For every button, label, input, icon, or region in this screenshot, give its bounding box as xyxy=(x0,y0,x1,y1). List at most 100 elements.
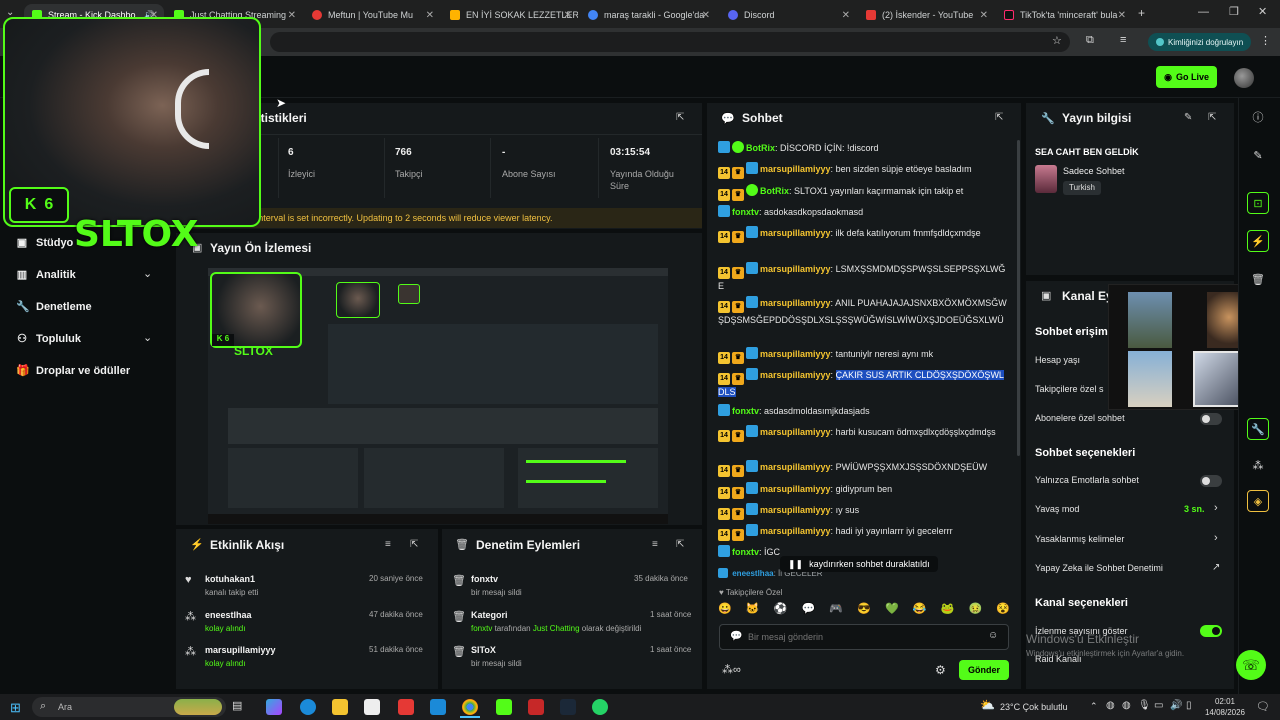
file-explorer-icon[interactable] xyxy=(332,699,348,715)
chat-input-box[interactable]: 💬 ☺ xyxy=(719,624,1009,650)
popout-icon[interactable]: ⇱ xyxy=(676,112,684,123)
popout-icon[interactable]: ⇱ xyxy=(410,539,418,550)
moderation-username[interactable]: fonxtv xyxy=(471,574,498,584)
stats-widget-icon[interactable]: ⊡ xyxy=(1247,192,1269,214)
close-icon[interactable]: ✕ xyxy=(842,10,850,21)
windows-start-icon[interactable]: ⊞ xyxy=(10,700,21,716)
pencil-icon[interactable]: ✎ xyxy=(1184,112,1192,123)
chevron-down-icon[interactable]: ⌄ xyxy=(143,331,152,344)
activity-username[interactable]: eneestlhaa xyxy=(205,610,252,620)
chat-username[interactable]: marsupillamiyyy xyxy=(760,526,831,536)
store-icon[interactable] xyxy=(364,699,380,715)
participant-tile[interactable] xyxy=(1128,351,1172,407)
browser-menu-icon[interactable]: ⋮ xyxy=(1260,34,1271,47)
category-name[interactable]: Just Chatting xyxy=(533,624,580,633)
nav-item-community[interactable]: ⚇ Topluluk xyxy=(16,332,81,346)
office-icon[interactable] xyxy=(398,699,414,715)
identity-verify-button[interactable]: Kimliğinizi doğrulayın xyxy=(1148,33,1252,51)
volume-icon[interactable]: 🔊 xyxy=(1170,700,1182,711)
close-icon[interactable]: ✕ xyxy=(564,10,572,21)
taskbar-search-box[interactable]: ⌕ Ara xyxy=(32,697,226,717)
emote-icon[interactable]: 🎮 xyxy=(829,602,843,618)
external-link-icon[interactable]: ↗ xyxy=(1212,562,1220,573)
browser-tab[interactable]: EN İYİ SOKAK LEZZETLER ✕ xyxy=(442,4,578,26)
support-chat-icon[interactable]: ☏ xyxy=(1236,650,1266,680)
predictions-icon[interactable]: ◈ xyxy=(1247,490,1269,512)
filter-icon[interactable]: ≡ xyxy=(385,539,391,550)
emoji-icon[interactable]: ☺ xyxy=(988,630,998,641)
emote-icon[interactable]: 😀 xyxy=(718,602,732,618)
browser-tab[interactable]: Meftun | YouTube Mu ✕ xyxy=(304,4,440,26)
task-view-icon[interactable]: ▤ xyxy=(232,699,248,715)
nav-item-drops[interactable]: 🎁 Droplar ve ödüller xyxy=(16,364,130,378)
emote-icon[interactable]: 🐱 xyxy=(746,602,760,618)
chat-paused-indicator[interactable]: ❚❚ kaydırırken sohbet duraklatıldı xyxy=(780,556,938,572)
microphone-icon[interactable]: 🎙 xyxy=(1138,700,1151,711)
popout-icon[interactable]: ⇱ xyxy=(676,539,684,550)
chat-username[interactable]: marsupillamiyyy xyxy=(760,505,831,515)
activity-username[interactable]: marsupillamiyyy xyxy=(205,645,276,655)
chat-message-input[interactable] xyxy=(748,629,978,645)
emote-icon[interactable]: 🐸 xyxy=(941,602,955,618)
moderation-username[interactable]: SlToX xyxy=(471,645,496,655)
subscriber-chat-toggle[interactable] xyxy=(1200,413,1222,425)
chat-username[interactable]: marsupillamiyyy xyxy=(760,164,831,174)
pencil-icon[interactable]: ✎ xyxy=(1247,144,1269,166)
banned-words-setting[interactable]: Yasaklanmış kelimeler xyxy=(1035,534,1124,544)
close-icon[interactable]: ✕ xyxy=(702,10,710,21)
emote-icon[interactable]: 💬 xyxy=(801,602,815,618)
participant-tile[interactable] xyxy=(1128,292,1172,348)
moderation-username[interactable]: Kategori xyxy=(471,610,508,620)
filter-icon[interactable]: ≡ xyxy=(652,539,658,550)
clock-date[interactable]: 14/08/2026 xyxy=(1202,708,1248,717)
bookmark-star-icon[interactable]: ☆ xyxy=(1052,34,1062,47)
chat-username[interactable]: marsupillamiyyy xyxy=(760,298,831,308)
emote-icon[interactable]: 😵 xyxy=(996,602,1010,618)
tray-overflow-icon[interactable]: ⌃ xyxy=(1090,701,1098,712)
stream-preview-video[interactable]: SLTOX K 6 xyxy=(208,268,668,524)
chat-username[interactable]: fonxtv xyxy=(732,207,759,217)
trash-icon[interactable]: 🗑 xyxy=(1247,268,1269,290)
activity-username[interactable]: kotuhakan1 xyxy=(205,574,255,584)
gear-icon[interactable]: ⚙ xyxy=(935,663,946,677)
kick-app-icon[interactable] xyxy=(496,699,512,715)
chat-username[interactable]: eneestlhaa xyxy=(732,569,773,578)
chat-username[interactable]: marsupillamiyyy xyxy=(760,264,831,274)
wrench-icon[interactable]: 🔧 xyxy=(1247,418,1269,440)
url-field[interactable] xyxy=(270,32,1070,52)
tray-app-icon[interactable]: ◍ xyxy=(1106,700,1115,711)
extensions-icon[interactable]: ⧉ xyxy=(1086,34,1094,47)
chat-scrollbar[interactable] xyxy=(1017,140,1020,456)
recorder-icon[interactable] xyxy=(528,699,544,715)
slow-mode-setting[interactable]: Yavaş mod xyxy=(1035,504,1079,514)
go-live-button[interactable]: ◉ Go Live xyxy=(1156,66,1217,88)
close-icon[interactable]: ✕ xyxy=(288,10,296,21)
chat-username[interactable]: marsupillamiyyy xyxy=(760,462,831,472)
send-button[interactable]: Gönder xyxy=(959,660,1009,680)
chat-username[interactable]: marsupillamiyyy xyxy=(760,228,831,238)
maximize-icon[interactable]: ❐ xyxy=(1229,5,1239,18)
emote-icon[interactable]: 😎 xyxy=(857,602,871,618)
chevron-right-icon[interactable]: › xyxy=(1214,532,1218,544)
new-tab-plus-icon[interactable]: + xyxy=(1138,6,1145,20)
chrome-icon[interactable] xyxy=(462,699,478,715)
chat-username[interactable]: fonxtv xyxy=(732,547,759,557)
whatsapp-icon[interactable] xyxy=(592,699,608,715)
mail-icon[interactable] xyxy=(430,699,446,715)
chat-username[interactable]: marsupillamiyyy xyxy=(760,349,831,359)
browser-tab[interactable]: maraş tarakli - Google'da ✕ xyxy=(580,4,716,26)
notification-icon[interactable]: 🗨 xyxy=(1256,700,1270,713)
close-icon[interactable]: ✕ xyxy=(426,10,434,21)
chevron-right-icon[interactable]: › xyxy=(1214,502,1218,514)
ai-moderation-setting[interactable]: Yapay Zeka ile Sohbet Denetimi xyxy=(1035,563,1163,573)
kick-points-icon[interactable]: ⁂∞ xyxy=(722,663,741,676)
popout-icon[interactable]: ⇱ xyxy=(1208,112,1216,123)
emote-only-toggle[interactable] xyxy=(1200,475,1222,487)
browser-tab[interactable]: (2) İskender - YouTube ✕ xyxy=(858,4,994,26)
chat-username[interactable]: BotRix xyxy=(760,186,789,196)
info-icon[interactable]: ⓘ xyxy=(1247,106,1269,128)
weather-text[interactable]: 23°C Çok bulutlu xyxy=(1000,702,1068,712)
account-age-setting[interactable]: Hesap yaşı xyxy=(1035,355,1080,365)
network-icon[interactable]: ▭ xyxy=(1154,700,1163,711)
emote-icon[interactable]: 😂 xyxy=(913,602,927,618)
